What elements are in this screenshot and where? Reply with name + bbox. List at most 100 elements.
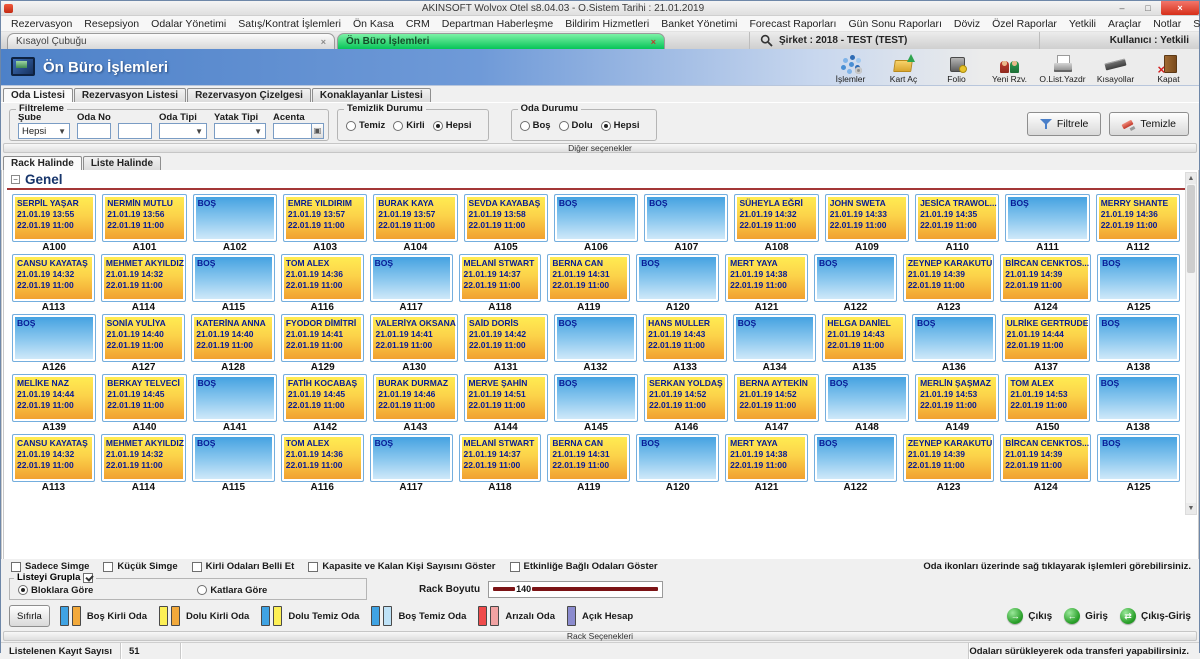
toolbar-button-i-lemler[interactable]: İşlemler: [824, 50, 877, 85]
room-card-a146[interactable]: SERKAN YOLDAŞ21.01.19 14:5222.01.19 11:0…: [644, 374, 728, 422]
checkbox-kapasite-ve-kalan-ki-i-say-s-n-g-ster[interactable]: Kapasite ve Kalan Kişi Sayısını Göster: [308, 561, 495, 572]
menu-item-zel-raporlar[interactable]: Özel Raporlar: [986, 18, 1063, 30]
rack-boyutu-slider[interactable]: 140: [488, 581, 663, 598]
acenta-input[interactable]: [273, 123, 311, 139]
other-options-splitter[interactable]: Diğer seçenekler: [3, 143, 1197, 153]
room-card-a116[interactable]: TOM ALEX21.01.19 14:3622.01.19 11:00: [281, 254, 364, 302]
room-card-a112[interactable]: MERRY SHANTE21.01.19 14:3622.01.19 11:00: [1096, 194, 1180, 242]
tab-rezervasyon-izelgesi[interactable]: Rezervasyon Çizelgesi: [187, 88, 311, 102]
room-card-a115[interactable]: BOŞ: [192, 434, 275, 482]
sifirla-button[interactable]: Sıfırla: [9, 605, 50, 627]
room-card-a125[interactable]: BOŞ: [1097, 254, 1180, 302]
checkbox-etkinli-e-ba-l-odalar-g-ster[interactable]: Etkinliğe Bağlı Odaları Göster: [510, 561, 658, 572]
room-card-a110[interactable]: JESİCA TRAWOL...21.01.19 14:3522.01.19 1…: [915, 194, 999, 242]
room-card-a100[interactable]: SERPİL YAŞAR21.01.19 13:5522.01.19 11:00: [12, 194, 96, 242]
room-card-a138[interactable]: BOŞ: [1096, 314, 1180, 362]
menu-item-notlar[interactable]: Notlar: [1147, 18, 1187, 30]
room-card-a142[interactable]: FATİH KOCABAŞ21.01.19 14:4522.01.19 11:0…: [283, 374, 367, 422]
filtrele-button[interactable]: Filtrele: [1027, 112, 1102, 136]
menu-item-crm[interactable]: CRM: [400, 18, 436, 30]
checkbox-sadece-simge[interactable]: Sadece Simge: [11, 561, 89, 572]
room-card-a121[interactable]: MERT YAYA21.01.19 14:3822.01.19 11:00: [725, 254, 808, 302]
temizle-button[interactable]: Temizle: [1109, 112, 1189, 136]
tab-konaklayanlar-listesi[interactable]: Konaklayanlar Listesi: [312, 88, 431, 102]
room-card-a113[interactable]: CANSU KAYATAŞ21.01.19 14:3222.01.19 11:0…: [12, 254, 95, 302]
menu-item-odalar-y-netimi[interactable]: Odalar Yönetimi: [145, 18, 232, 30]
menu-item-n-kasa[interactable]: Ön Kasa: [347, 18, 400, 30]
toolbar-button-kart-a[interactable]: Kart Aç: [877, 50, 930, 85]
room-card-a109[interactable]: JOHN SWETA21.01.19 14:3322.01.19 11:00: [825, 194, 909, 242]
menu-item-ara-lar[interactable]: Araçlar: [1102, 18, 1147, 30]
menu-item-d-viz[interactable]: Döviz: [948, 18, 986, 30]
room-card-a129[interactable]: FYODOR DİMİTRİ21.01.19 14:4122.01.19 11:…: [281, 314, 365, 362]
room-card-a114[interactable]: MEHMET AKYILDIZ21.01.19 14:3222.01.19 11…: [101, 434, 186, 482]
menu-item-resepsiyon[interactable]: Resepsiyon: [78, 18, 145, 30]
room-card-a143[interactable]: BURAK DURMAZ21.01.19 14:4622.01.19 11:00: [373, 374, 457, 422]
document-tab-n-b-ro-i-lemleri[interactable]: Ön Büro İşlemleri×: [337, 33, 665, 49]
close-button[interactable]: ×: [1161, 1, 1199, 15]
room-card-a128[interactable]: KATERİNA ANNA21.01.19 14:4022.01.19 11:0…: [191, 314, 275, 362]
yatak-tipi-select[interactable]: ▼: [214, 123, 266, 139]
menu-item-rezervasyon[interactable]: Rezervasyon: [5, 18, 78, 30]
radio-dolu[interactable]: Dolu: [559, 120, 593, 131]
listeyi-grupla-checkbox[interactable]: [83, 573, 93, 583]
room-card-a127[interactable]: SONİA YULİYA21.01.19 14:4022.01.19 11:00: [102, 314, 186, 362]
room-card-a149[interactable]: MERLİN ŞAŞMAZ21.01.19 14:5322.01.19 11:0…: [915, 374, 999, 422]
room-card-a103[interactable]: EMRE YILDIRIM21.01.19 13:5722.01.19 11:0…: [283, 194, 367, 242]
toolbar-button-k-sayollar[interactable]: Kısayollar: [1089, 50, 1142, 85]
checkbox-k-k-simge[interactable]: Küçük Simge: [103, 561, 177, 572]
room-card-a141[interactable]: BOŞ: [193, 374, 277, 422]
radio-bloklara-g-re[interactable]: Bloklara Göre: [18, 585, 93, 596]
room-card-a126[interactable]: BOŞ: [12, 314, 96, 362]
vertical-scrollbar[interactable]: ▲ ▼: [1185, 172, 1197, 515]
room-card-a106[interactable]: BOŞ: [554, 194, 638, 242]
menu-item-sat-kontrat-i-lemleri[interactable]: Satış/Kontrat İşlemleri: [232, 18, 347, 30]
rack-options-splitter[interactable]: Rack Seçenekleri: [3, 631, 1197, 641]
room-card-a117[interactable]: BOŞ: [370, 254, 453, 302]
room-card-a130[interactable]: VALERİYA OKSANA21.01.19 14:4122.01.19 11…: [370, 314, 457, 362]
room-card-a115[interactable]: BOŞ: [192, 254, 275, 302]
tab-oda-listesi[interactable]: Oda Listesi: [3, 88, 73, 102]
radio-hepsi[interactable]: Hepsi: [433, 120, 472, 131]
room-card-a131[interactable]: SAİD DORİS21.01.19 14:4222.01.19 11:00: [464, 314, 548, 362]
room-card-a124[interactable]: BİRCAN CENKTOS...21.01.19 14:3922.01.19 …: [1000, 254, 1091, 302]
room-card-a132[interactable]: BOŞ: [554, 314, 638, 362]
document-tab-k-sayol-ubu-u[interactable]: Kısayol Çubuğu×: [7, 33, 335, 49]
oda-tipi-select[interactable]: ▼: [159, 123, 207, 139]
menu-item-bildirim-hizmetleri[interactable]: Bildirim Hizmetleri: [559, 18, 655, 30]
room-card-a118[interactable]: MELANİ STWART21.01.19 14:3722.01.19 11:0…: [459, 254, 542, 302]
room-card-a134[interactable]: BOŞ: [733, 314, 817, 362]
room-card-a120[interactable]: BOŞ: [636, 434, 719, 482]
room-card-a114[interactable]: MEHMET AKYILDIZ21.01.19 14:3222.01.19 11…: [101, 254, 186, 302]
room-card-a102[interactable]: BOŞ: [193, 194, 277, 242]
scroll-thumb[interactable]: [1187, 185, 1195, 273]
radio-temiz[interactable]: Temiz: [346, 120, 385, 131]
room-card-a123[interactable]: ZEYNEP KARAKUTU21.01.19 14:3922.01.19 11…: [903, 254, 994, 302]
room-card-a135[interactable]: HELGA DANİEL21.01.19 14:4322.01.19 11:00: [822, 314, 906, 362]
room-card-a124[interactable]: BİRCAN CENKTOS...21.01.19 14:3922.01.19 …: [1000, 434, 1091, 482]
room-card-a116[interactable]: TOM ALEX21.01.19 14:3622.01.19 11:00: [281, 434, 364, 482]
radio-katlara-g-re[interactable]: Katlara Göre: [197, 585, 267, 596]
room-card-a140[interactable]: BERKAY TELVECİ21.01.19 14:4522.01.19 11:…: [102, 374, 186, 422]
room-card-a148[interactable]: BOŞ: [825, 374, 909, 422]
checkbox-kirli-odalar-belli-et[interactable]: Kirli Odaları Belli Et: [192, 561, 295, 572]
menu-item-sms[interactable]: SMS: [1187, 18, 1200, 30]
maximize-button[interactable]: □: [1135, 1, 1161, 15]
menu-item-yetkili[interactable]: Yetkili: [1063, 18, 1102, 30]
view-tab-rack-halinde[interactable]: Rack Halinde: [3, 156, 82, 170]
toolbar-button-kapat[interactable]: Kapat: [1142, 50, 1195, 85]
room-card-a123[interactable]: ZEYNEP KARAKUTU21.01.19 14:3922.01.19 11…: [903, 434, 994, 482]
room-card-a120[interactable]: BOŞ: [636, 254, 719, 302]
room-card-a108[interactable]: SÜHEYLA EĞRİ21.01.19 14:3222.01.19 11:00: [734, 194, 818, 242]
room-card-a118[interactable]: MELANİ STWART21.01.19 14:3722.01.19 11:0…: [459, 434, 542, 482]
room-card-a117[interactable]: BOŞ: [370, 434, 453, 482]
room-card-a147[interactable]: BERNA AYTEKİN21.01.19 14:5222.01.19 11:0…: [734, 374, 818, 422]
room-card-a101[interactable]: NERMİN MUTLU21.01.19 13:5622.01.19 11:00: [102, 194, 186, 242]
company-selector[interactable]: Şirket : 2018 - TEST (TEST): [749, 32, 1039, 49]
button-k-giri[interactable]: ⇄Çıkış-Giriş: [1120, 608, 1191, 624]
toolbar-button-yeni-rzv[interactable]: Yeni Rzv.: [983, 50, 1036, 85]
button-giri[interactable]: ←Giriş: [1064, 608, 1108, 624]
room-card-a138[interactable]: BOŞ: [1096, 374, 1180, 422]
room-card-a121[interactable]: MERT YAYA21.01.19 14:3822.01.19 11:00: [725, 434, 808, 482]
room-card-a144[interactable]: MERVE ŞAHİN21.01.19 14:5122.01.19 11:00: [464, 374, 548, 422]
